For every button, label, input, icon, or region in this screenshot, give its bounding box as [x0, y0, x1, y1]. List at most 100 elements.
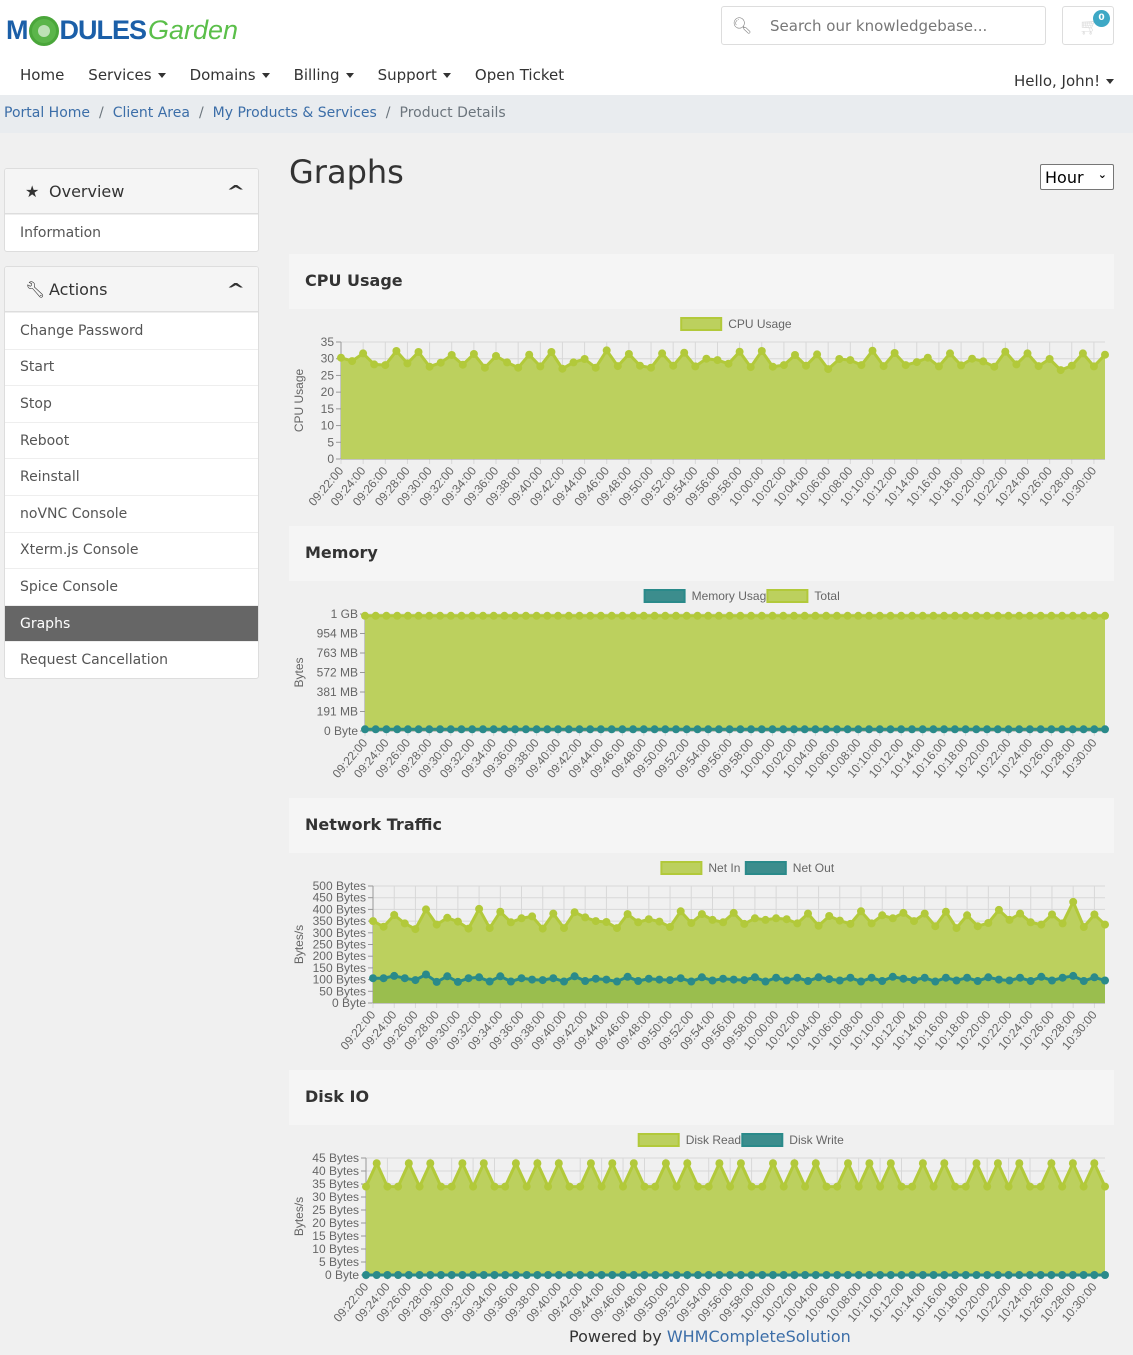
data-point[interactable] — [908, 1182, 917, 1191]
data-point[interactable] — [1069, 971, 1078, 980]
data-point[interactable] — [694, 1182, 702, 1191]
data-point[interactable] — [929, 1182, 938, 1191]
data-point[interactable] — [672, 725, 680, 734]
data-point[interactable] — [644, 974, 653, 983]
legend-swatch[interactable] — [744, 861, 787, 875]
data-point[interactable] — [683, 1271, 692, 1279]
data-point[interactable] — [854, 1271, 863, 1279]
data-point[interactable] — [453, 977, 462, 986]
data-point[interactable] — [672, 1271, 681, 1279]
data-point[interactable] — [446, 725, 455, 734]
data-point[interactable] — [369, 917, 377, 926]
data-point[interactable] — [618, 611, 627, 620]
data-point[interactable] — [613, 977, 621, 986]
data-point[interactable] — [501, 1182, 510, 1191]
data-point[interactable] — [564, 611, 573, 620]
data-point[interactable] — [446, 611, 455, 620]
data-point[interactable] — [1015, 611, 1024, 620]
data-point[interactable] — [371, 611, 380, 620]
data-point[interactable] — [608, 1159, 617, 1168]
data-point[interactable] — [1056, 366, 1065, 375]
data-point[interactable] — [875, 725, 884, 734]
data-point[interactable] — [607, 725, 616, 734]
data-point[interactable] — [757, 611, 766, 620]
data-point[interactable] — [843, 725, 852, 734]
sidebar-item-spice-console[interactable]: Spice Console — [5, 568, 258, 605]
data-point[interactable] — [811, 725, 820, 734]
data-point[interactable] — [825, 912, 834, 920]
data-point[interactable] — [1025, 611, 1034, 620]
data-point[interactable] — [437, 1182, 445, 1191]
data-point[interactable] — [951, 1182, 960, 1191]
data-point[interactable] — [544, 1271, 553, 1279]
data-point[interactable] — [1068, 1159, 1077, 1168]
data-point[interactable] — [790, 611, 798, 620]
data-point[interactable] — [918, 1159, 927, 1168]
data-point[interactable] — [735, 347, 744, 356]
data-point[interactable] — [1047, 1271, 1056, 1279]
data-point[interactable] — [496, 907, 505, 916]
data-point[interactable] — [575, 725, 584, 734]
data-point[interactable] — [619, 1271, 627, 1279]
data-point[interactable] — [888, 972, 897, 981]
data-point[interactable] — [425, 725, 434, 734]
data-point[interactable] — [931, 977, 940, 986]
data-point[interactable] — [865, 1271, 874, 1279]
legend-swatch[interactable] — [637, 1133, 680, 1147]
data-point[interactable] — [392, 347, 401, 355]
legend-label[interactable]: Disk Read — [686, 1133, 741, 1147]
data-point[interactable] — [910, 917, 918, 926]
data-point[interactable] — [651, 1271, 660, 1279]
data-point[interactable] — [458, 1271, 467, 1279]
data-point[interactable] — [492, 352, 500, 360]
data-point[interactable] — [682, 725, 691, 734]
nav-home[interactable]: Home — [20, 60, 76, 90]
cart-button[interactable]: 🛒︎ 0 — [1062, 6, 1114, 45]
data-point[interactable] — [634, 977, 643, 985]
data-point[interactable] — [757, 725, 766, 734]
data-point[interactable] — [1016, 973, 1025, 982]
data-point[interactable] — [867, 973, 876, 982]
data-point[interactable] — [676, 907, 685, 916]
data-point[interactable] — [1034, 362, 1043, 371]
data-point[interactable] — [1079, 923, 1088, 931]
data-point[interactable] — [1005, 915, 1014, 924]
data-point[interactable] — [415, 1271, 424, 1279]
data-point[interactable] — [549, 974, 558, 983]
data-point[interactable] — [411, 925, 420, 934]
nav-domains[interactable]: Domains — [190, 60, 282, 90]
data-point[interactable] — [724, 359, 733, 368]
data-point[interactable] — [1058, 611, 1067, 620]
data-point[interactable] — [918, 611, 927, 620]
data-point[interactable] — [1012, 360, 1021, 369]
data-point[interactable] — [899, 974, 908, 983]
data-point[interactable] — [802, 361, 810, 370]
data-point[interactable] — [768, 362, 777, 371]
data-point[interactable] — [362, 1271, 370, 1279]
legend-swatch[interactable] — [741, 1133, 784, 1147]
data-point[interactable] — [581, 977, 590, 985]
data-point[interactable] — [680, 348, 689, 357]
data-point[interactable] — [747, 1271, 756, 1279]
data-point[interactable] — [565, 1182, 574, 1191]
data-point[interactable] — [511, 1271, 520, 1279]
data-point[interactable] — [414, 348, 423, 356]
data-point[interactable] — [464, 924, 473, 933]
data-point[interactable] — [475, 973, 484, 982]
sidebar-item-xterm-js-console[interactable]: Xterm.js Console — [5, 531, 258, 569]
data-point[interactable] — [993, 1271, 1002, 1279]
data-point[interactable] — [768, 611, 777, 620]
data-point[interactable] — [1101, 350, 1109, 359]
data-point[interactable] — [432, 977, 441, 986]
data-point[interactable] — [990, 362, 999, 371]
data-point[interactable] — [1026, 1271, 1034, 1279]
period-select[interactable]: Hour ⌄ — [1040, 164, 1114, 190]
data-point[interactable] — [608, 1271, 617, 1279]
data-point[interactable] — [458, 360, 467, 369]
data-point[interactable] — [725, 611, 734, 620]
data-point[interactable] — [591, 974, 600, 983]
data-point[interactable] — [973, 977, 982, 985]
data-point[interactable] — [458, 1159, 467, 1168]
data-point[interactable] — [672, 1182, 681, 1191]
data-point[interactable] — [888, 914, 897, 923]
